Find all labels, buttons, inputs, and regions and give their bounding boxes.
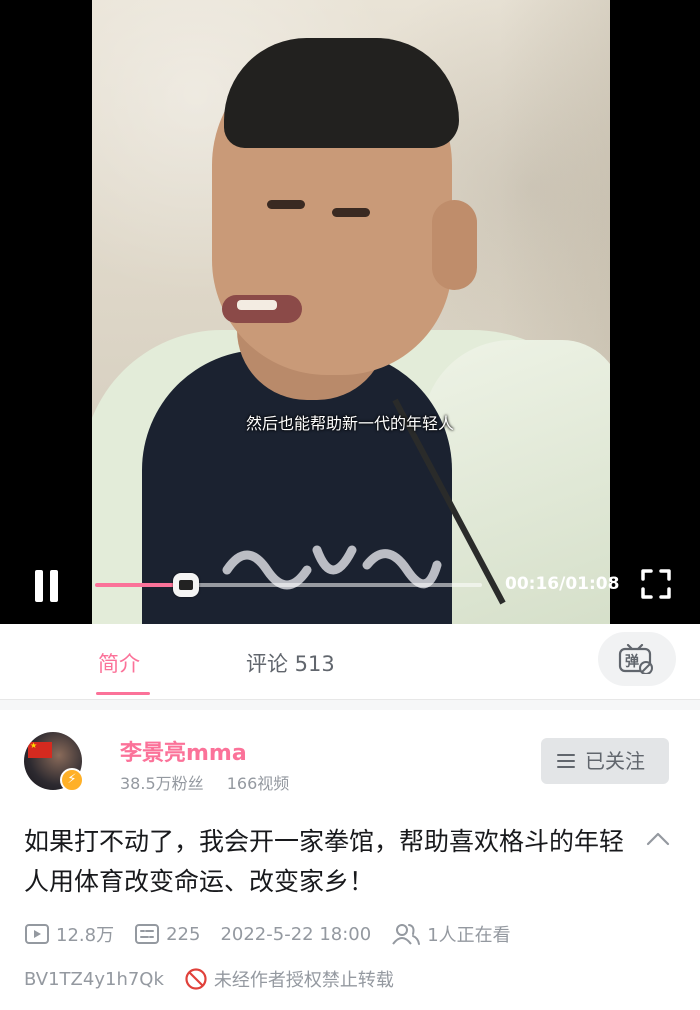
list-icon — [557, 754, 575, 768]
viewers-icon — [392, 924, 421, 945]
pause-icon-bar-left — [35, 570, 43, 602]
flag-icon — [28, 741, 52, 758]
author-fans-count: 38.5万粉丝 — [120, 774, 204, 793]
no-repost-text: 未经作者授权禁止转载 — [213, 970, 394, 991]
watching-now: 1人正在看 — [391, 921, 511, 947]
author-stats: 38.5万粉丝 166视频 — [120, 770, 307, 794]
bvid-text[interactable]: BV1TZ4y1h7Qk — [24, 969, 164, 990]
time-display: 00:16/01:08 — [505, 574, 620, 594]
view-count-text: 12.8万 — [56, 925, 115, 946]
follow-button[interactable]: 已关注 — [541, 738, 669, 784]
no-repost-icon — [185, 968, 207, 990]
pause-icon-bar-right — [50, 570, 58, 602]
play-count-icon — [25, 924, 49, 944]
copyright-row: BV1TZ4y1h7Qk 未经作者授权禁止转载 — [24, 964, 394, 994]
video-frame[interactable] — [92, 0, 610, 624]
video-eye-right — [332, 208, 370, 217]
tab-intro[interactable]: 简介 — [98, 648, 140, 678]
tab-bar: 简介 评论 513 弹 — [0, 624, 700, 700]
danmaku-count: 225 — [134, 923, 200, 945]
video-ear — [432, 200, 477, 290]
lightning-verified-icon: ⚡ — [60, 768, 84, 792]
progress-thumb-icon[interactable] — [172, 573, 199, 597]
section-divider — [0, 700, 700, 710]
danmaku-label: 弹 — [625, 654, 639, 670]
active-tab-indicator — [96, 692, 150, 695]
fullscreen-icon[interactable] — [640, 568, 672, 600]
danmaku-count-text: 225 — [166, 923, 201, 945]
video-teeth — [237, 300, 277, 310]
video-subtitle: 然后也能帮助新一代的年轻人 — [245, 414, 454, 433]
pause-button[interactable] — [30, 568, 66, 604]
author-name[interactable]: 李景亮mma — [120, 735, 247, 767]
progress-bar[interactable] — [95, 573, 482, 597]
player-controls: 00:16/01:08 — [0, 560, 700, 624]
danmaku-count-icon — [135, 924, 160, 944]
video-hair — [224, 38, 459, 148]
tab-comments[interactable]: 评论 513 — [246, 648, 335, 678]
view-count: 12.8万 — [24, 921, 114, 947]
chevron-up-icon[interactable] — [645, 826, 671, 852]
video-eye-left — [267, 200, 305, 209]
author-video-count: 166视频 — [226, 774, 290, 793]
video-meta: 12.8万 225 2022-5-22 18:00 1人正在看 — [24, 920, 531, 948]
video-player[interactable]: 然后也能帮助新一代的年轻人 00:16/01:08 — [0, 0, 700, 624]
watching-now-text: 1人正在看 — [427, 925, 511, 946]
follow-button-label: 已关注 — [585, 749, 645, 773]
danmaku-toggle-button[interactable]: 弹 — [598, 632, 676, 686]
publish-date: 2022-5-22 18:00 — [220, 923, 372, 945]
video-title: 如果打不动了，我会开一家拳馆，帮助喜欢格斗的年轻人用体育改变命运、改变家乡！ — [24, 827, 625, 896]
